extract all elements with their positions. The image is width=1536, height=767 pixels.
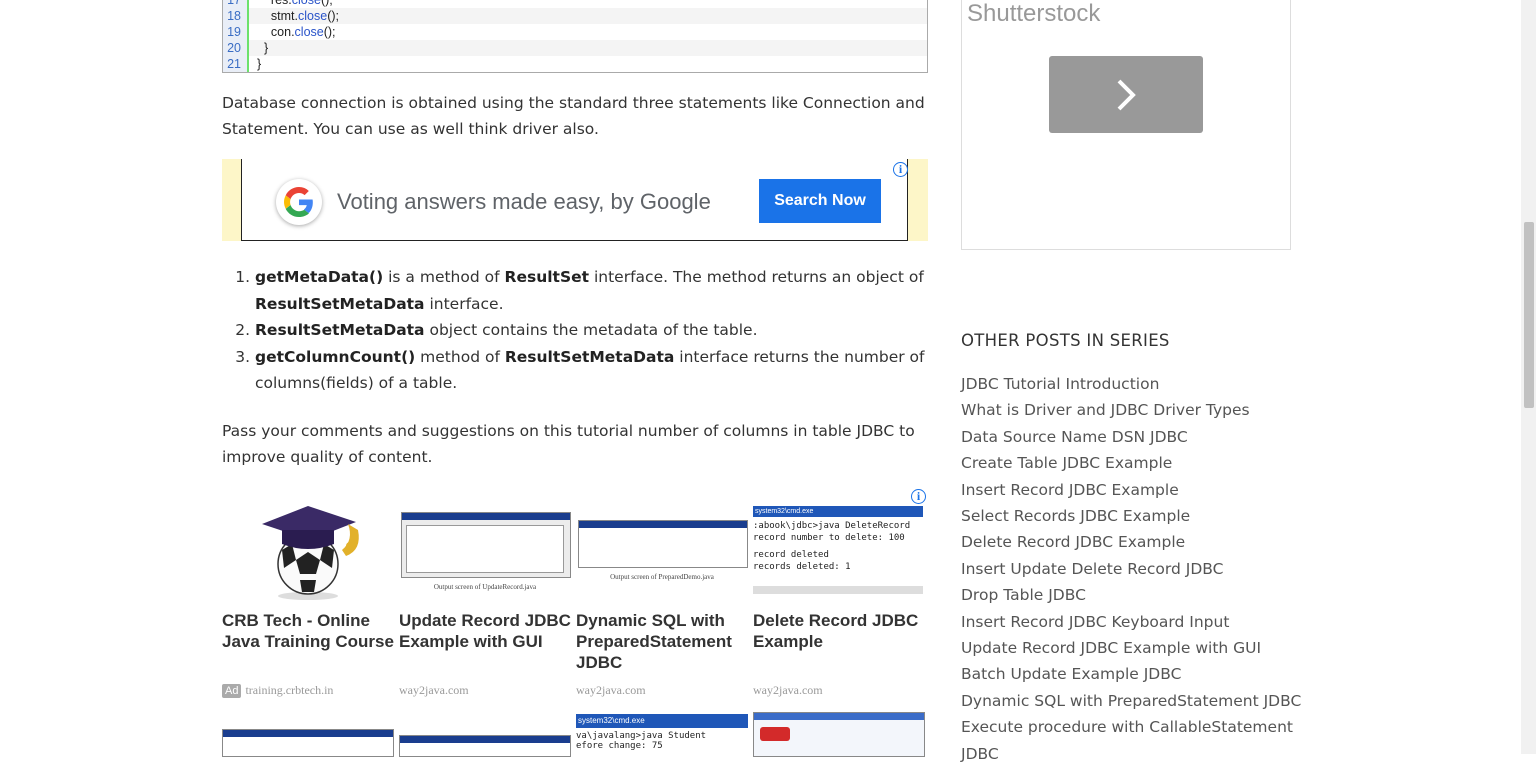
cmd-output: va\javalang>java Student efore change: 75 <box>576 728 748 751</box>
related-source[interactable]: Ad training.crbtech.in <box>222 683 333 698</box>
related-title[interactable]: CRB Tech - Online Java Training Course <box>222 610 394 652</box>
related-card[interactable]: system32\cmd.exe :abook\jdbc>java Delete… <box>753 500 925 697</box>
thumb-logo-graphic <box>760 727 790 741</box>
window-titlebar <box>402 513 570 520</box>
series-heading: OTHER POSTS IN SERIES <box>961 331 1170 350</box>
series-link[interactable]: Insert Update Delete Record JDBC <box>961 556 1301 582</box>
intro-paragraph: Database connection is obtained using th… <box>222 94 925 138</box>
line-number: 21 <box>223 56 249 72</box>
thumb-caption: Output screen of UpdateRecord.java <box>433 583 537 591</box>
ad-badge: Ad <box>222 684 242 698</box>
related-title[interactable]: Delete Record JDBC Example <box>753 610 925 652</box>
related-source-text[interactable]: training.crbtech.in <box>245 683 333 697</box>
code-line: 18 stmt.close(); <box>223 8 927 24</box>
cmd-line: record deleted <box>753 550 829 560</box>
sidebar-ad[interactable]: Shutterstock <box>961 0 1291 250</box>
window-titlebar <box>579 521 747 528</box>
outro-paragraph: Pass your comments and suggestions on th… <box>222 422 915 466</box>
series-link[interactable]: Create Table JDBC Example <box>961 450 1301 476</box>
next-arrow-button[interactable] <box>1049 56 1203 133</box>
series-link[interactable]: Execute procedure with CallableStatement <box>961 714 1301 740</box>
point-item: getMetaData() is a method of ResultSet i… <box>255 264 961 317</box>
ad-banner-text[interactable]: Voting answers made easy, by Google <box>337 189 711 215</box>
line-number: 19 <box>223 24 249 40</box>
code-line: 17 res.close(); <box>223 0 927 8</box>
code-line: 20 } <box>223 40 927 56</box>
window-textarea <box>406 525 564 573</box>
screenshot-window <box>401 512 571 578</box>
ad-banner-inner[interactable]: Voting answers made easy, by Google Sear… <box>241 159 908 241</box>
code-text: res.close(); <box>270 0 333 7</box>
line-number: 17 <box>223 0 249 8</box>
related-source[interactable]: way2java.com <box>753 683 823 698</box>
series-link[interactable]: Batch Update Example JDBC <box>961 661 1301 687</box>
cmd-line: va\javalang>java Student <box>576 731 707 741</box>
google-logo-icon <box>276 179 322 225</box>
related-source[interactable]: way2java.com <box>576 683 646 698</box>
cmd-window: system32\cmd.exe :abook\jdbc>java Delete… <box>753 506 923 594</box>
code-text: stmt.close(); <box>270 9 339 23</box>
related-card[interactable]: Output screen of PreparedDemo.java Dynam… <box>576 500 748 697</box>
series-link[interactable]: Insert Record JDBC Example <box>961 477 1301 503</box>
cmd-output: :abook\jdbc>java DeleteRecord record numb… <box>753 517 923 573</box>
delete-record-thumbnail[interactable]: system32\cmd.exe :abook\jdbc>java Delete… <box>753 500 925 600</box>
line-number: 18 <box>223 8 249 24</box>
series-link[interactable]: Data Source Name DSN JDBC <box>961 424 1301 450</box>
update-record-thumbnail[interactable]: Output screen of UpdateRecord.java <box>399 500 571 600</box>
cmd-scrollbar <box>753 586 923 594</box>
scrollbar-thumb[interactable] <box>1524 222 1534 408</box>
series-link[interactable]: Insert Record JDBC Keyboard Input <box>961 609 1301 635</box>
sidebar-ad-label[interactable]: Shutterstock <box>967 0 1100 28</box>
window-titlebar <box>223 730 393 737</box>
window-titlebar <box>400 736 570 743</box>
chevron-right-icon <box>1117 79 1136 110</box>
line-number: 20 <box>223 40 249 56</box>
code-line: 19 con.close(); <box>223 24 927 40</box>
cmd-line: :abook\jdbc>java DeleteRecord <box>753 521 911 531</box>
related-source[interactable]: way2java.com <box>399 683 469 698</box>
point-item: getColumnCount() method of ResultSetMeta… <box>255 344 961 397</box>
series-link[interactable]: JDBC Tutorial Introduction <box>961 371 1301 397</box>
series-link[interactable]: Drop Table JDBC <box>961 582 1301 608</box>
thumb-caption: Output screen of PreparedDemo.java <box>610 573 714 581</box>
related-thumb-bottom-1[interactable] <box>222 729 394 757</box>
series-link[interactable]: Update Record JDBC Example with GUI <box>961 635 1301 661</box>
cmd-line: efore change: 75 <box>576 741 663 751</box>
code-text: } <box>263 41 269 55</box>
related-title[interactable]: Dynamic SQL with PreparedStatement JDBC <box>576 610 748 673</box>
points-list: getMetaData() is a method of ResultSet i… <box>222 264 961 397</box>
related-card[interactable]: CRB Tech - Online Java Training Course A… <box>222 500 394 698</box>
point-item: ResultSetMetaData object contains the me… <box>255 317 961 344</box>
series-link[interactable]: Select Records JDBC Example <box>961 503 1301 529</box>
screenshot-window <box>578 520 748 568</box>
ad-info-icon[interactable]: i <box>893 162 908 177</box>
code-text: } <box>257 57 262 71</box>
cmd-titlebar: system32\cmd.exe <box>576 714 748 728</box>
series-link[interactable]: Dynamic SQL with PreparedStatement JDBC <box>961 688 1301 714</box>
series-link[interactable]: What is Driver and JDBC Driver Types <box>961 397 1301 423</box>
cmd-line: records deleted: 1 <box>753 562 851 572</box>
related-card[interactable]: Output screen of UpdateRecord.java Updat… <box>399 500 571 697</box>
page-scrollbar[interactable] <box>1521 0 1536 754</box>
related-thumb-bottom-4[interactable] <box>753 712 925 757</box>
related-title[interactable]: Update Record JDBC Example with GUI <box>399 610 571 652</box>
series-links-list: JDBC Tutorial Introduction What is Driver… <box>961 371 1301 767</box>
window-titlebar <box>754 713 924 720</box>
search-now-button[interactable]: Search Now <box>759 179 881 223</box>
graduation-ball-thumbnail[interactable] <box>222 500 394 600</box>
series-link[interactable]: Delete Record JDBC Example <box>961 529 1301 555</box>
ad-banner[interactable]: Voting answers made easy, by Google Sear… <box>222 159 928 241</box>
code-text: con.close(); <box>270 25 336 39</box>
cmd-titlebar: system32\cmd.exe <box>753 506 923 517</box>
code-block: 17 res.close(); 18 stmt.close(); 19 con.cl… <box>222 0 928 73</box>
prepared-statement-thumbnail[interactable]: Output screen of PreparedDemo.java <box>576 500 748 600</box>
code-line: 21} <box>223 56 927 72</box>
related-thumb-bottom-3[interactable]: system32\cmd.exe va\javalang>java Studen… <box>576 714 748 755</box>
cmd-line: record number to delete: 100 <box>753 533 905 543</box>
